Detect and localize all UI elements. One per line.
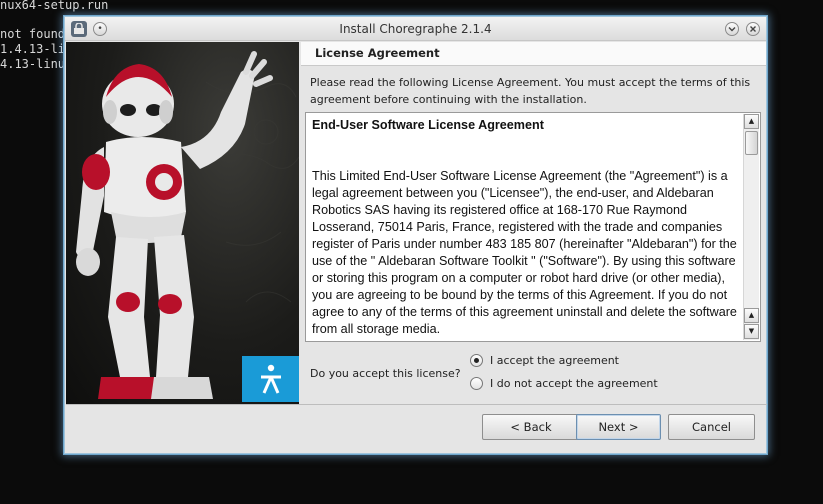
decline-radio-option[interactable]: I do not accept the agreement: [470, 377, 658, 390]
title-bar[interactable]: • Install Choregraphe 2.1.4: [65, 17, 766, 41]
button-separator: [66, 404, 767, 405]
aldebaran-logo-icon: [242, 356, 299, 402]
license-scrollbar[interactable]: ▲ ▲ ▼: [743, 114, 759, 340]
scrollbar-thumb[interactable]: [745, 131, 758, 155]
radio-unselected-icon[interactable]: [470, 377, 483, 390]
terminal-line: 1.4.13-li: [0, 42, 66, 56]
nao-robot-illustration: [76, 51, 299, 399]
license-content[interactable]: End-User Software License Agreement This…: [312, 117, 738, 339]
page-header: License Agreement: [301, 42, 766, 66]
installer-dialog: • Install Choregraphe 2.1.4 License Agre…: [64, 16, 767, 454]
accept-radio-label[interactable]: I accept the agreement: [490, 354, 619, 367]
accept-radio-option[interactable]: I accept the agreement: [470, 354, 619, 367]
window-title: Install Choregraphe 2.1.4: [339, 22, 492, 36]
page-title: License Agreement: [315, 46, 440, 60]
radio-selected-icon[interactable]: [470, 354, 483, 367]
nao-robot-image: [66, 42, 299, 404]
license-body: This Limited End-User Software License A…: [312, 169, 737, 336]
license-heading: End-User Software License Agreement: [312, 118, 544, 132]
close-icon[interactable]: [746, 22, 760, 36]
scroll-up-icon[interactable]: ▲: [744, 308, 759, 323]
license-text-area[interactable]: End-User Software License Agreement This…: [305, 112, 761, 342]
terminal-line: not found: [0, 27, 66, 41]
back-button[interactable]: < Back: [482, 414, 580, 440]
intro-text: Please read the following License Agreem…: [310, 76, 751, 106]
next-button[interactable]: Next >: [576, 414, 661, 440]
scroll-down-icon[interactable]: ▼: [744, 324, 759, 339]
decline-radio-label[interactable]: I do not accept the agreement: [490, 377, 658, 390]
cancel-button[interactable]: Cancel: [668, 414, 755, 440]
chevron-down-icon[interactable]: [725, 22, 739, 36]
accept-question: Do you accept this license?: [310, 367, 461, 380]
scroll-up-icon[interactable]: ▲: [744, 114, 759, 129]
terminal-line: nux64-setup.run: [0, 0, 109, 12]
terminal-line: 4.13-linu: [0, 57, 66, 71]
